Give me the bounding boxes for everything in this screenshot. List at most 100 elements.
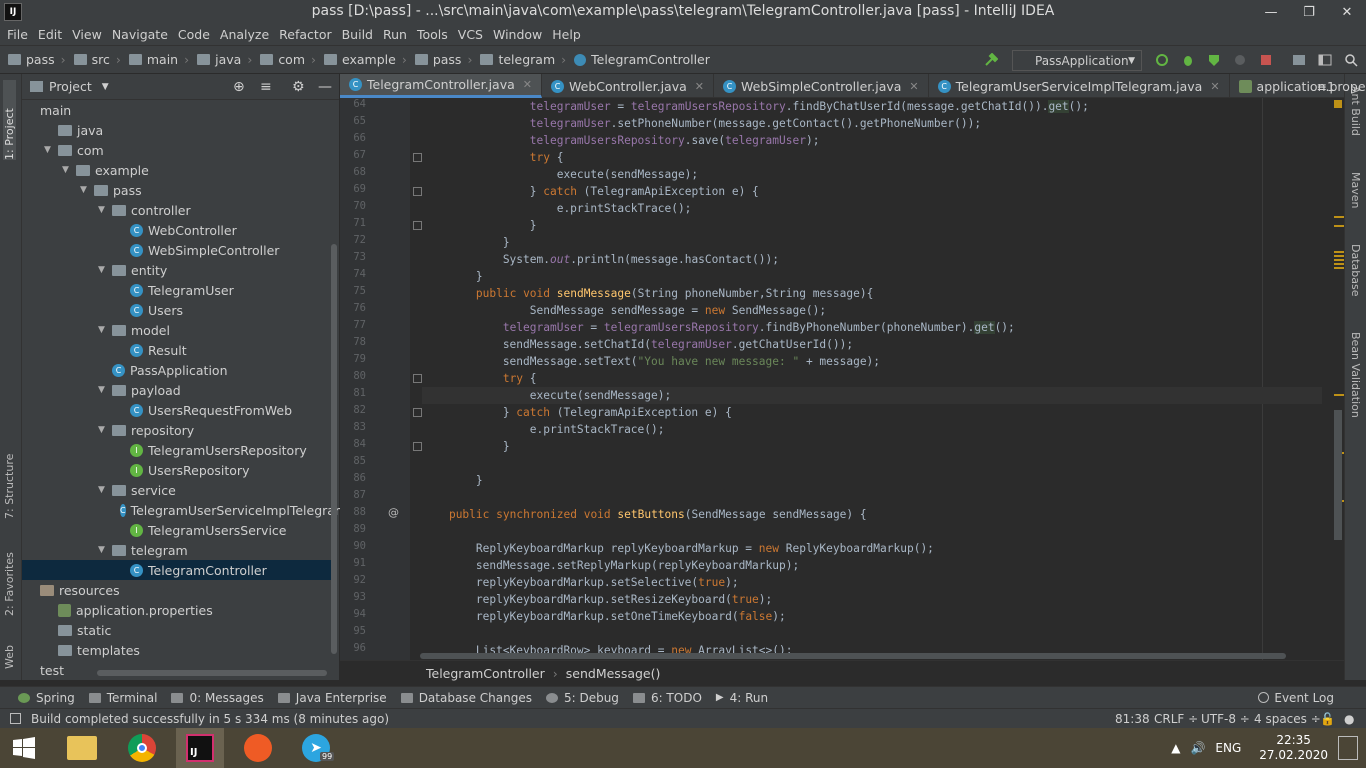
maximize-button[interactable]: ❐ <box>1290 0 1328 24</box>
tree-item[interactable]: C Result <box>22 340 332 360</box>
tab-application-properties[interactable]: application.properties✕ <box>1230 74 1366 98</box>
stripe-marker[interactable] <box>1334 255 1344 257</box>
menu-file[interactable]: File <box>2 27 33 42</box>
gear-icon[interactable]: ⚙ <box>292 79 305 95</box>
stripe-marker[interactable] <box>1334 225 1344 227</box>
expand-arrow-icon[interactable]: ▼ <box>98 385 108 395</box>
chrome-app[interactable] <box>118 728 166 768</box>
close-button[interactable]: ✕ <box>1328 0 1366 24</box>
fold-marker-icon[interactable] <box>413 374 422 383</box>
breadcrumb-item[interactable]: main › <box>128 52 189 67</box>
code-line[interactable]: } <box>422 268 483 285</box>
code-line[interactable]: e.printStackTrace(); <box>422 200 692 217</box>
code-line[interactable]: replyKeyboardMarkup.setResizeKeyboard(tr… <box>422 591 772 608</box>
tree-item[interactable]: C Users <box>22 300 332 320</box>
rerun-icon[interactable] <box>1155 53 1169 67</box>
tool-structure[interactable]: 7: Structure <box>3 439 16 519</box>
tab-websimplecontroller[interactable]: C WebSimpleController.java ✕ <box>714 74 929 98</box>
tree-item[interactable]: ▼ entity <box>22 260 332 280</box>
tool-web[interactable]: Web <box>3 629 16 669</box>
tree-item[interactable]: application.properties <box>22 600 332 620</box>
code-line[interactable]: execute(sendMessage); <box>422 166 698 183</box>
code-line[interactable]: e.printStackTrace(); <box>422 421 665 438</box>
code-line[interactable]: sendMessage.setReplyMarkup(replyKeyboard… <box>422 557 799 574</box>
expand-arrow-icon[interactable]: ▼ <box>98 545 108 555</box>
expand-arrow-icon[interactable]: ▼ <box>80 185 90 195</box>
lock-icon[interactable]: 🔓 <box>1320 712 1335 726</box>
tree-vertical-scrollbar[interactable] <box>331 244 337 654</box>
tool-database[interactable]: Database <box>1349 244 1362 314</box>
project-structure-icon[interactable] <box>1292 53 1306 67</box>
stripe-marker[interactable] <box>1334 263 1344 265</box>
expand-arrow-icon[interactable]: ▼ <box>98 485 108 495</box>
tree-item[interactable]: I TelegramUsersService <box>22 520 332 540</box>
breadcrumb-item[interactable]: example › <box>324 52 407 67</box>
tree-item[interactable]: ▼ telegram <box>22 540 332 560</box>
close-icon[interactable]: ✕ <box>1210 80 1219 93</box>
status-message[interactable]: Build completed successfully in 5 s 334 … <box>31 712 389 726</box>
project-view-select[interactable]: Project <box>49 79 92 94</box>
tree-item[interactable]: java <box>22 120 332 140</box>
minimize-button[interactable]: — <box>1252 0 1290 24</box>
collapse-all-icon[interactable]: ≡ <box>260 79 272 95</box>
tree-item[interactable]: ▼ service <box>22 480 332 500</box>
tree-item[interactable]: static <box>22 620 332 640</box>
editor-vertical-scrollbar[interactable] <box>1334 410 1342 540</box>
file-encoding[interactable]: UTF-8 ÷ <box>1201 712 1250 726</box>
menu-tools[interactable]: Tools <box>412 27 453 42</box>
code-line[interactable]: telegramUser.setPhoneNumber(message.getC… <box>422 115 981 132</box>
tree-item[interactable]: ▼ model <box>22 320 332 340</box>
breadcrumb-item[interactable]: TelegramController <box>574 52 710 67</box>
code-line[interactable]: } <box>422 438 510 455</box>
search-icon[interactable] <box>1344 53 1358 67</box>
tree-item[interactable]: C WebSimpleController <box>22 240 332 260</box>
tree-item[interactable]: C UsersRequestFromWeb <box>22 400 332 420</box>
menu-code[interactable]: Code <box>173 27 215 42</box>
tree-horizontal-scrollbar[interactable] <box>97 670 327 676</box>
breadcrumb-item[interactable]: src › <box>73 52 121 67</box>
menu-help[interactable]: Help <box>547 27 586 42</box>
postman-app[interactable] <box>234 728 282 768</box>
editor-horizontal-scrollbar[interactable] <box>420 653 1286 659</box>
expand-arrow-icon[interactable]: ▼ <box>44 145 54 155</box>
tree-item[interactable]: templates <box>22 640 332 660</box>
menu-build[interactable]: Build <box>337 27 378 42</box>
tool-java-enterprise[interactable]: Java Enterprise <box>277 691 387 705</box>
tool-debug[interactable]: 5: Debug <box>545 691 619 705</box>
tab-telegramcontroller[interactable]: C TelegramController.java ✕ <box>340 74 542 98</box>
code-line[interactable]: ReplyKeyboardMarkup replyKeyboardMarkup … <box>422 540 934 557</box>
tree-item[interactable]: ▼ com <box>22 140 332 160</box>
code-line[interactable]: SendMessage sendMessage = new SendMessag… <box>422 302 826 319</box>
close-icon[interactable]: ✕ <box>523 78 532 91</box>
tree-item[interactable]: C TelegramController <box>22 560 332 580</box>
code-line[interactable]: public void sendMessage(String phoneNumb… <box>422 285 873 302</box>
breadcrumb-item[interactable]: java › <box>197 52 252 67</box>
line-separator[interactable]: CRLF ÷ <box>1154 712 1198 726</box>
tree-item[interactable]: C PassApplication <box>22 360 332 380</box>
run-configuration-select[interactable]: PassApplication ▼ <box>1012 50 1142 71</box>
tool-maven[interactable]: Maven <box>1349 172 1362 242</box>
tool-todo[interactable]: 6: TODO <box>632 691 702 705</box>
tool-favorites[interactable]: 2: Favorites <box>3 536 16 616</box>
fold-marker-icon[interactable] <box>413 153 422 162</box>
code-line[interactable]: } <box>422 217 537 234</box>
code-editor[interactable]: 64 telegramUser = telegramUsersRepositor… <box>340 98 1344 660</box>
intellij-app[interactable]: IJ <box>176 728 224 768</box>
code-line[interactable]: execute(sendMessage); <box>422 387 1322 404</box>
status-toggle-icon[interactable] <box>10 713 21 724</box>
git-icon[interactable]: ● <box>1344 712 1354 726</box>
expand-arrow-icon[interactable]: ▼ <box>98 265 108 275</box>
tool-bean-validation[interactable]: Bean Validation <box>1349 332 1362 442</box>
clock[interactable]: 22:35 27.02.2020 <box>1259 733 1328 763</box>
locate-icon[interactable]: ⊕ <box>233 79 245 95</box>
caret-position[interactable]: 81:38 <box>1115 712 1150 726</box>
stripe-marker[interactable] <box>1334 267 1344 269</box>
expand-arrow-icon[interactable]: ▼ <box>98 205 108 215</box>
breadcrumb-method[interactable]: sendMessage() <box>566 666 661 681</box>
code-line[interactable]: } <box>422 472 483 489</box>
tree-item[interactable]: ▼ repository <box>22 420 332 440</box>
chevron-down-icon[interactable]: ▼ <box>102 82 109 92</box>
stripe-marker[interactable] <box>1334 216 1344 218</box>
code-line[interactable]: } catch (TelegramApiException e) { <box>422 404 732 421</box>
breadcrumb-item[interactable]: telegram › <box>480 52 566 67</box>
